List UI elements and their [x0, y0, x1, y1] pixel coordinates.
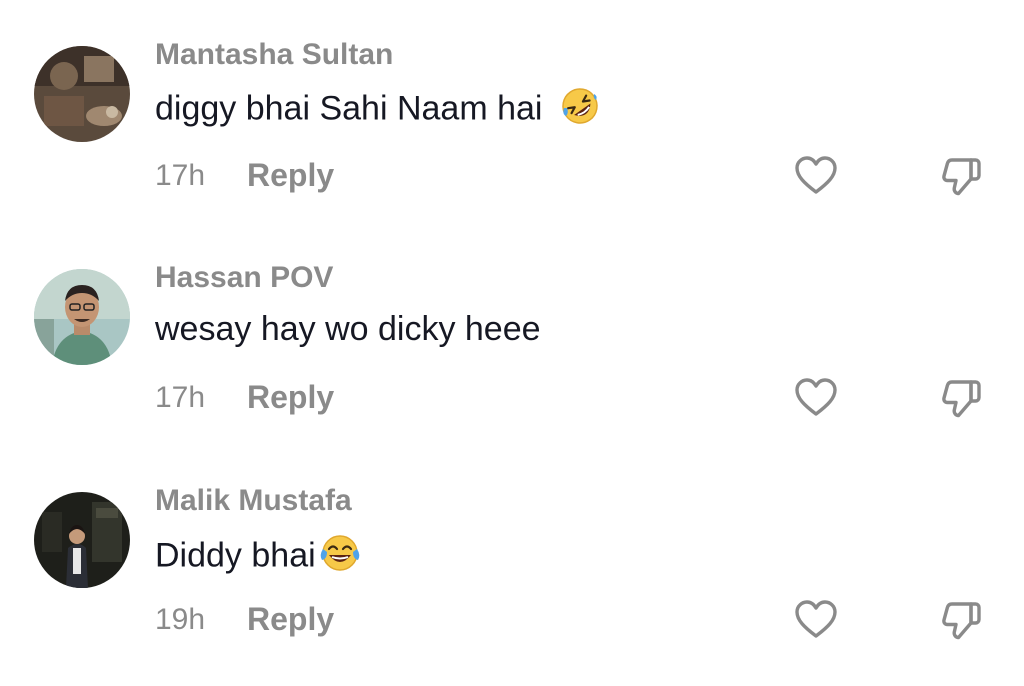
comment-text-content: Diddy bhai — [155, 536, 316, 575]
dislike-button[interactable] — [938, 374, 986, 422]
comment-timestamp: 17h — [155, 381, 206, 414]
comment-item: Malik Mustafa Diddy bhai 19h Reply — [0, 0, 1024, 640]
comment-username[interactable]: Malik Mustafa — [155, 484, 352, 518]
comment-username[interactable]: Hassan POV — [155, 261, 333, 295]
thumbs-down-icon — [942, 380, 981, 418]
reply-button[interactable]: Reply — [247, 379, 334, 416]
reply-button[interactable]: Reply — [247, 601, 334, 638]
thumbs-down-icon — [942, 602, 981, 640]
heart-icon — [795, 600, 837, 638]
avatar[interactable] — [34, 269, 130, 365]
heart-icon — [795, 378, 837, 416]
avatar[interactable] — [34, 492, 130, 588]
dislike-button[interactable] — [938, 596, 986, 644]
comment-text: Diddy bhai — [155, 533, 362, 582]
comment-text: wesay hay wo dicky heee — [155, 310, 541, 349]
like-button[interactable] — [792, 374, 840, 422]
like-button[interactable] — [792, 596, 840, 644]
comment-text-content: wesay hay wo dicky heee — [155, 310, 541, 348]
face-with-tears-of-joy-icon — [318, 533, 362, 582]
comment-timestamp: 19h — [155, 603, 206, 636]
